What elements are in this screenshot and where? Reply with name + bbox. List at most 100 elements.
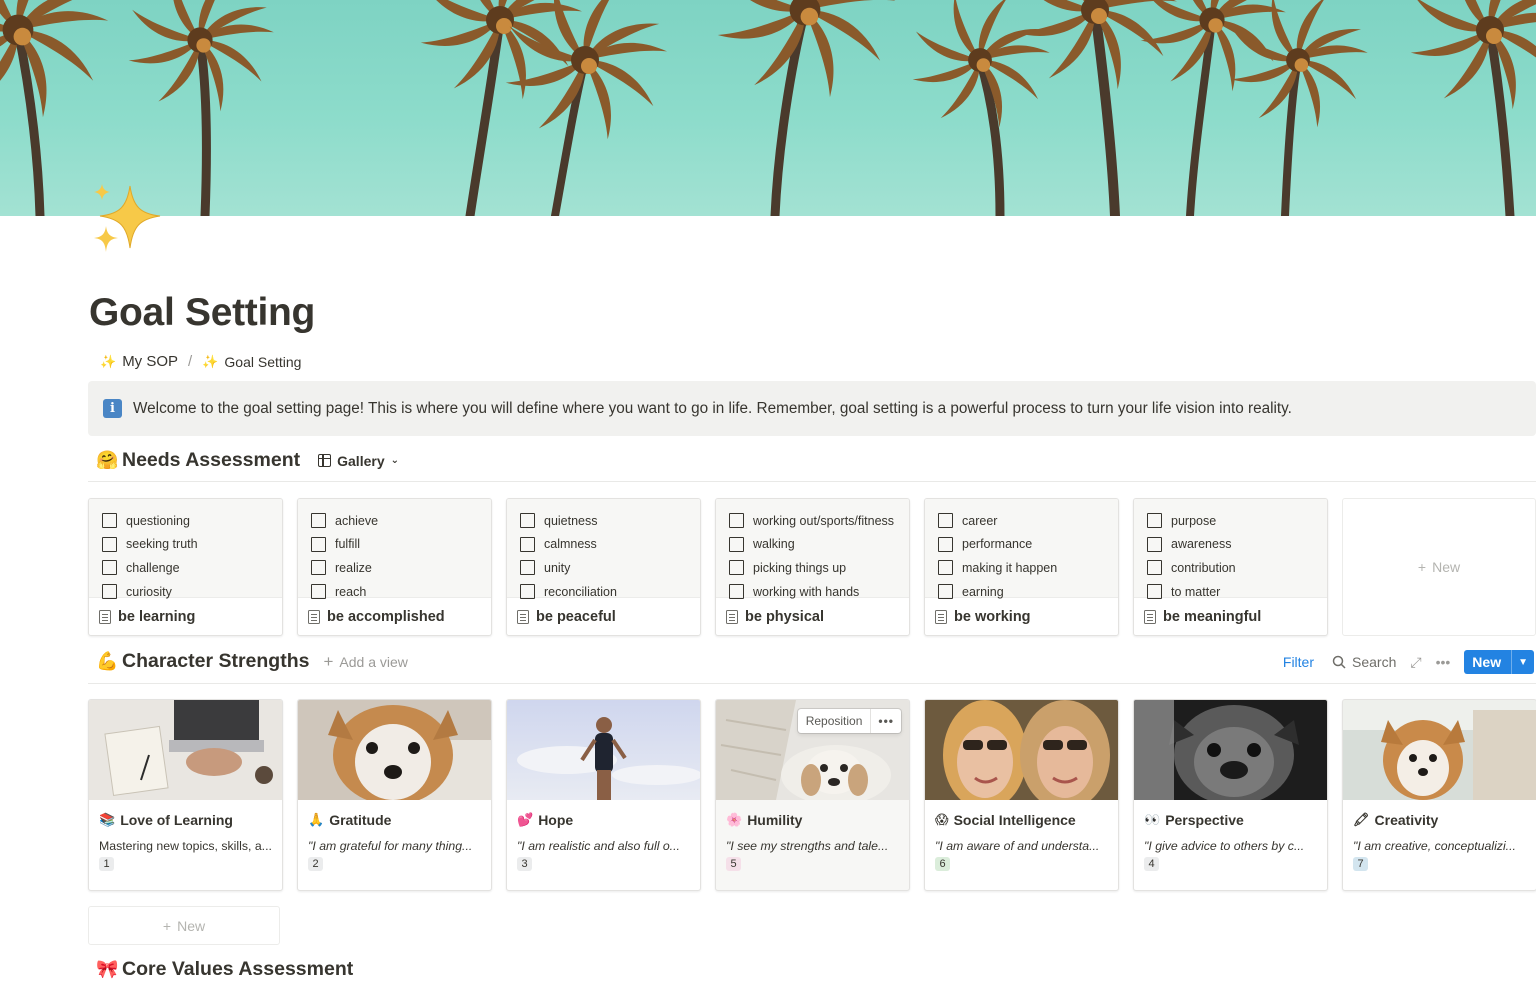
- card-cover-image: [1134, 700, 1327, 800]
- needs-card[interactable]: questioning seeking truth challenge curiosi…: [88, 498, 283, 636]
- needs-card[interactable]: achieve fulfill realize reach be accomplishe…: [297, 498, 492, 636]
- plus-icon: +: [162, 917, 172, 934]
- breadcrumb-label: Goal Setting: [224, 353, 302, 370]
- breadcrumb-label: My SOP: [122, 353, 179, 370]
- new-label: New: [177, 917, 206, 934]
- section-title[interactable]: Core Values Assessment: [122, 958, 353, 981]
- checklist-item: seeking truth: [89, 533, 282, 557]
- checklist-item: picking things up: [716, 556, 909, 580]
- add-new-card-button[interactable]: + New: [1342, 498, 1536, 636]
- card-cover-image: Reposition •••: [716, 700, 909, 800]
- card-preview-checklist: questioning seeking truth challenge curiosi…: [89, 499, 282, 600]
- checklist-label: working with hands: [753, 584, 860, 599]
- new-label: New: [1432, 559, 1461, 575]
- hug-icon: 🤗: [96, 450, 119, 470]
- checkbox-icon: [520, 536, 535, 552]
- card-quote: "I am grateful for many thing...: [308, 839, 473, 853]
- section-title[interactable]: Needs Assessment: [122, 449, 300, 472]
- card-title: 🌸 Humility: [716, 800, 909, 830]
- card-cover-image: [925, 700, 1118, 800]
- card-preview-checklist: purpose awareness contribution to matter: [1134, 499, 1327, 600]
- strength-card[interactable]: 🖍 Creativity "I am creative, conceptualizi…: [1342, 699, 1536, 891]
- checkbox-icon: [1147, 584, 1162, 600]
- checkbox-icon: [938, 513, 953, 529]
- card-title-label: Creativity: [1374, 812, 1439, 828]
- filter-button[interactable]: Filter: [1283, 654, 1314, 670]
- strength-card[interactable]: 📚 Love of Learning Mastering new topics, s…: [88, 699, 283, 891]
- card-title: be working: [925, 598, 1118, 635]
- checklist-item: achieve: [298, 509, 491, 533]
- needs-card[interactable]: purpose awareness contribution to matter be …: [1133, 498, 1328, 636]
- card-title-label: Love of Learning: [120, 812, 233, 828]
- checklist-item: calmness: [507, 533, 700, 557]
- card-title-label: be meaningful: [1163, 609, 1262, 625]
- checkbox-icon: [938, 560, 953, 576]
- strength-card[interactable]: 👀 Perspective "I give advice to others by …: [1133, 699, 1328, 891]
- card-title: 👀 Perspective: [1134, 800, 1327, 830]
- card-title: be peaceful: [507, 598, 700, 635]
- card-title: 😱 Social Intelligence: [925, 800, 1118, 830]
- card-title-label: be peaceful: [536, 609, 616, 625]
- more-icon[interactable]: •••: [1436, 654, 1451, 670]
- checklist-item: walking: [716, 533, 909, 557]
- checklist-label: achieve: [335, 513, 379, 528]
- checklist-label: earning: [962, 584, 1004, 599]
- welcome-callout[interactable]: i Welcome to the goal setting page! This…: [88, 381, 1536, 436]
- breadcrumb-item-goal-setting[interactable]: ✨ Goal Setting: [198, 352, 305, 372]
- strength-card[interactable]: 🙏 Gratitude "I am grateful for many thing.…: [297, 699, 492, 891]
- checklist-item: awareness: [1134, 533, 1327, 557]
- checkbox-icon: [1147, 513, 1162, 529]
- card-title-label: Humility: [747, 812, 803, 828]
- checklist-label: contribution: [1171, 560, 1236, 575]
- card-preview-checklist: career performance making it happen earning: [925, 499, 1118, 600]
- breadcrumb: ✨ My SOP / ✨ Goal Setting: [96, 351, 305, 372]
- card-title: 🖍 Creativity: [1343, 800, 1536, 830]
- chevron-down-icon[interactable]: ▼: [1511, 650, 1534, 674]
- checklist-label: awareness: [1171, 537, 1232, 552]
- needs-card[interactable]: quietness calmness unity reconciliation be p…: [506, 498, 701, 636]
- reposition-button[interactable]: Reposition: [798, 714, 871, 728]
- needs-card[interactable]: career performance making it happen earning…: [924, 498, 1119, 636]
- checklist-item: fulfill: [298, 533, 491, 557]
- checkbox-icon: [729, 560, 744, 576]
- card-title-label: Gratitude: [329, 812, 392, 828]
- section-title[interactable]: Character Strengths: [122, 650, 309, 673]
- sparkles-icon: ✨: [100, 353, 117, 369]
- needs-card[interactable]: working out/sports/fitness walking picking…: [715, 498, 910, 636]
- core-values-header: 🎀 Core Values Assessment: [96, 958, 367, 981]
- add-new-row-button[interactable]: + New: [88, 906, 280, 945]
- breadcrumb-item-my-sop[interactable]: ✨ My SOP: [96, 351, 182, 372]
- checklist-label: questioning: [126, 513, 190, 528]
- card-preview-checklist: achieve fulfill realize reach: [298, 499, 491, 600]
- card-title-label: be physical: [745, 609, 824, 625]
- checklist-item: purpose: [1134, 509, 1327, 533]
- expand-icon[interactable]: ⤢: [1410, 654, 1421, 671]
- gallery-view-selector[interactable]: Gallery ⌄: [314, 451, 403, 471]
- strength-card[interactable]: Reposition ••• 🌸 Humility "I see my strength…: [715, 699, 910, 891]
- checklist-label: seeking truth: [126, 537, 198, 552]
- checkbox-icon: [311, 584, 326, 600]
- strength-card[interactable]: 💕 Hope "I am realistic and also full o... 3: [506, 699, 701, 891]
- search-button[interactable]: Search: [1332, 654, 1396, 670]
- more-icon[interactable]: •••: [870, 709, 901, 733]
- card-preview-checklist: quietness calmness unity reconciliation: [507, 499, 700, 600]
- database-toolbar: Filter Search ⤢ ••• New ▼: [1283, 650, 1534, 674]
- page-title[interactable]: Goal Setting: [89, 291, 315, 335]
- page-cover-image[interactable]: [0, 0, 1536, 216]
- checkbox-icon: [729, 584, 744, 600]
- card-emoji-icon: 🌸: [726, 812, 743, 827]
- sparkles-icon[interactable]: [88, 180, 168, 260]
- strength-card[interactable]: 😱 Social Intelligence "I am aware of and u…: [924, 699, 1119, 891]
- card-cover-image: [507, 700, 700, 800]
- plus-icon: +: [323, 651, 334, 671]
- new-record-button[interactable]: New ▼: [1464, 650, 1534, 674]
- add-view-button[interactable]: + Add a view: [323, 652, 407, 672]
- page-icon: [99, 610, 111, 624]
- card-quote: "I am realistic and also full o...: [517, 839, 680, 853]
- checklist-label: fulfill: [335, 537, 361, 552]
- checkbox-icon: [311, 536, 326, 552]
- card-quote: "I am creative, conceptualizi...: [1353, 839, 1516, 853]
- checklist-label: purpose: [1171, 513, 1217, 528]
- callout-text: Welcome to the goal setting page! This i…: [133, 399, 1292, 417]
- card-title: be learning: [89, 598, 282, 635]
